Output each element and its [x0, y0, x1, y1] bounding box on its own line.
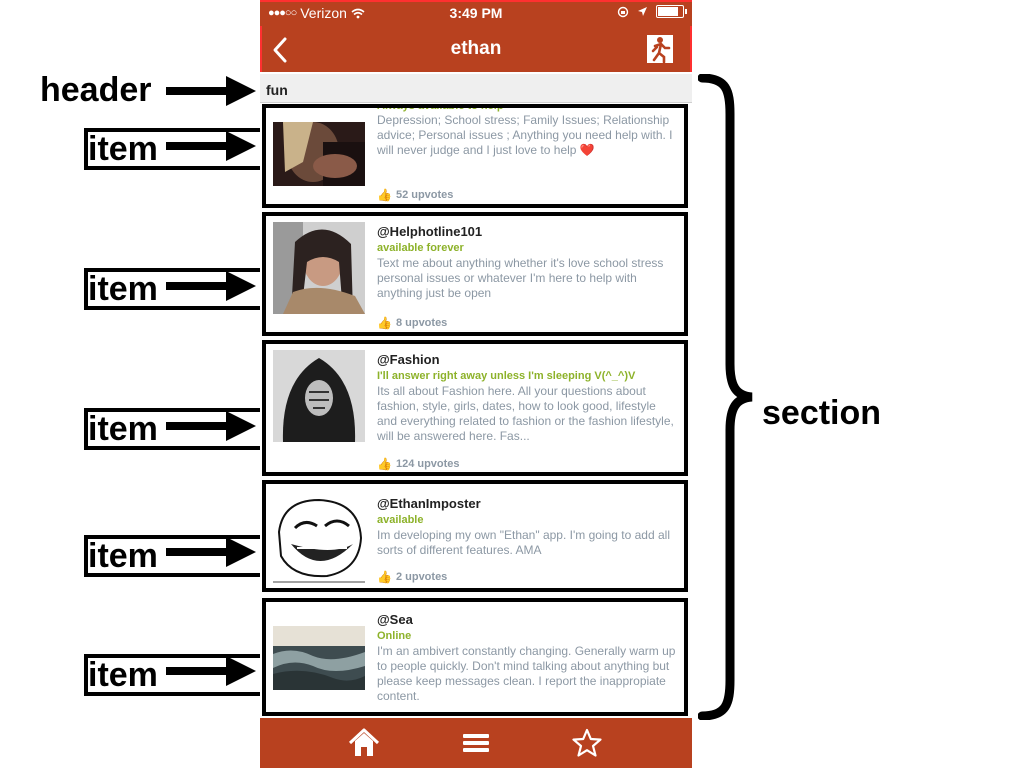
description: Depression; School stress; Family Issues…: [377, 113, 673, 157]
upvote-count: 👍 52 upvotes: [377, 188, 454, 202]
menu-icon[interactable]: [462, 728, 490, 758]
home-icon[interactable]: [348, 728, 380, 758]
thumbs-up-icon: 👍: [377, 570, 392, 584]
upvote-count: 👍 124 upvotes: [377, 457, 460, 471]
star-icon[interactable]: [572, 728, 602, 758]
description: Text me about anything whether it's love…: [377, 256, 664, 300]
handle: @Sea: [377, 612, 413, 627]
thumbs-up-icon: 👍: [377, 188, 392, 202]
avatar: [273, 492, 365, 584]
status-text: available: [377, 514, 424, 526]
status-text: available forever: [377, 242, 464, 254]
handle: @Helphotline101: [377, 224, 483, 239]
description: Im developing my own "Ethan" app. I'm go…: [377, 528, 670, 557]
list-item[interactable]: @EthanImposter available Im developing m…: [262, 480, 688, 592]
arrow-icon: [166, 76, 256, 106]
status-bar: ●●●○○ Verizon 3:49 PM: [260, 0, 692, 28]
avatar: [273, 626, 365, 690]
list-item[interactable]: Always available to help Depression; Sch…: [262, 104, 688, 208]
list-item[interactable]: @Fashion I'll answer right away unless I…: [262, 340, 688, 476]
section-header-title: fun: [266, 82, 288, 98]
list-item[interactable]: @Sea Online I'm an ambivert constantly c…: [262, 598, 688, 716]
location-arrow-icon: [638, 7, 647, 16]
annotation-header-label: header: [40, 71, 152, 109]
description: I'm an ambivert constantly changing. Gen…: [377, 644, 676, 703]
thumbs-up-icon: 👍: [377, 316, 392, 330]
nav-bar: ethan: [260, 26, 692, 72]
phone-screen: ●●●○○ Verizon 3:49 PM ethan fun Always a…: [260, 0, 692, 768]
arrow-icon: [166, 271, 256, 301]
section-header: fun: [260, 74, 692, 103]
list-item[interactable]: @Helphotline101 available forever Text m…: [262, 212, 688, 336]
nav-title: ethan: [450, 38, 502, 59]
rotation-lock-icon: [617, 6, 629, 17]
description: Its all about Fashion here. All your que…: [377, 384, 674, 443]
exit-icon[interactable]: [646, 34, 674, 64]
arrow-icon: [166, 131, 256, 161]
avatar: [273, 350, 365, 442]
status-text: Online: [377, 630, 412, 642]
avatar: [273, 122, 365, 186]
battery-icon: [656, 5, 687, 18]
handle: @EthanImposter: [377, 496, 481, 511]
status-text: Always available to help: [377, 104, 504, 112]
brace-icon: [698, 74, 753, 720]
upvote-count: 👍 2 upvotes: [377, 570, 448, 584]
annotation-section-label: section: [762, 394, 882, 432]
handle: @Fashion: [377, 352, 440, 367]
arrow-icon: [166, 656, 256, 686]
arrow-icon: [166, 537, 256, 567]
upvote-count: 👍 8 upvotes: [377, 316, 448, 330]
thumbs-up-icon: 👍: [377, 457, 392, 471]
status-text: I'll answer right away unless I'm sleepi…: [377, 370, 636, 382]
arrow-icon: [166, 411, 256, 441]
avatar: [273, 222, 365, 314]
tab-bar: [260, 718, 692, 768]
